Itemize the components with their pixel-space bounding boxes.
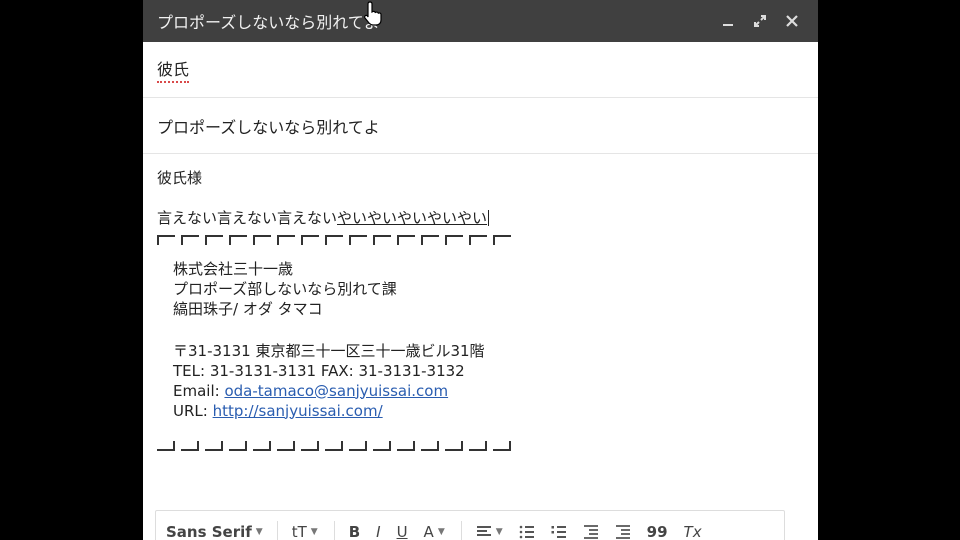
signature-block: 株式会社三十一歳 プロポーズ部しないなら別れて課 縞田珠子/ オダ タマコ 〒3… bbox=[157, 259, 804, 421]
sig-email-link[interactable]: oda-tamaco@sanjyuissai.com bbox=[224, 382, 448, 400]
compose-titlebar[interactable]: プロポーズしないなら別れてよ bbox=[143, 0, 818, 42]
sig-email-label: Email: bbox=[173, 381, 220, 400]
message-body[interactable]: 彼氏様 言えない言えない言えないやいやいやいやいやい 株式会社三十一歳 プロポー… bbox=[143, 154, 818, 453]
subject-field[interactable]: プロポーズしないなら別れてよ bbox=[143, 98, 818, 154]
sig-department: プロポーズ部しないなら別れて課 bbox=[173, 279, 397, 298]
lead-line: 言えない言えない言えないやいやいやいやいやい bbox=[157, 208, 804, 228]
expand-icon[interactable] bbox=[748, 9, 772, 33]
recipient-chip[interactable]: 彼氏 bbox=[157, 56, 190, 83]
compose-title: プロポーズしないなら別れてよ bbox=[157, 13, 380, 32]
hand-cursor-icon bbox=[363, 0, 385, 26]
formatting-toolbar: Sans Serif ▼ tT ▼ B I U A ▼ ▼ 99 Tx bbox=[155, 510, 785, 540]
sig-phone: TEL: 31-3131-3131 FAX: 31-3131-3132 bbox=[173, 361, 465, 380]
underline-button[interactable]: U bbox=[397, 523, 408, 540]
indent-less-icon[interactable] bbox=[583, 525, 599, 539]
lead-plain: 言えない言えない言えない bbox=[157, 209, 338, 228]
align-icon[interactable]: ▼ bbox=[476, 525, 503, 539]
sig-url-label: URL: bbox=[173, 401, 208, 420]
sig-address: 〒31-3131 東京都三十一区三十一歳ビル31階 bbox=[173, 341, 485, 360]
compose-window: プロポーズしないなら別れてよ 彼氏 プロポーズしないなら別れてよ 彼氏様 言えな… bbox=[143, 0, 818, 540]
clear-format-button[interactable]: Tx bbox=[684, 523, 702, 540]
sig-company: 株式会社三十一歳 bbox=[173, 259, 294, 278]
sig-email-line: Email: oda-tamaco@sanjyuissai.com bbox=[173, 381, 804, 401]
subject-text: プロポーズしないなら別れてよ bbox=[157, 117, 380, 137]
signature-bottom-border bbox=[157, 440, 804, 453]
signature-top-border bbox=[157, 234, 804, 247]
to-field[interactable]: 彼氏 bbox=[143, 42, 818, 98]
quote-button[interactable]: 99 bbox=[647, 523, 668, 540]
italic-button[interactable]: I bbox=[376, 523, 380, 540]
text-caret bbox=[488, 210, 490, 227]
sig-name: 縞田珠子/ オダ タマコ bbox=[173, 299, 323, 318]
bold-button[interactable]: B bbox=[349, 523, 360, 540]
numbered-list-icon[interactable] bbox=[519, 525, 535, 539]
bulleted-list-icon[interactable] bbox=[551, 525, 567, 539]
minimize-icon[interactable] bbox=[716, 9, 740, 33]
text-color-button[interactable]: A ▼ bbox=[424, 523, 445, 540]
indent-more-icon[interactable] bbox=[615, 525, 631, 539]
lead-underlined: やいやいやいやいやい bbox=[337, 209, 488, 228]
close-icon[interactable] bbox=[780, 9, 804, 33]
sig-url-link[interactable]: http://sanjyuissai.com/ bbox=[213, 402, 383, 420]
font-size-icon[interactable]: tT ▼ bbox=[292, 523, 318, 540]
font-family-select[interactable]: Sans Serif ▼ bbox=[166, 523, 263, 540]
greeting-line: 彼氏様 bbox=[157, 169, 203, 187]
sig-url-line: URL: http://sanjyuissai.com/ bbox=[173, 401, 804, 421]
